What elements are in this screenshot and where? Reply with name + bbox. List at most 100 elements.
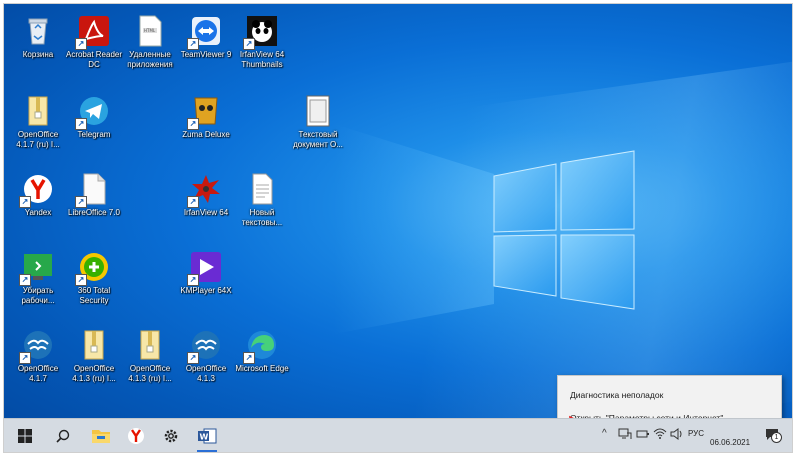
notification-center-button[interactable]: 1 bbox=[764, 426, 782, 443]
desktop-icon-label: IrfanView 64 Thumbnails bbox=[239, 50, 285, 69]
desktop-icon-label: Zuma Deluxe bbox=[182, 130, 230, 139]
desktop-icon-label: Новый текстовы... bbox=[241, 208, 283, 227]
edge-icon: ↗ bbox=[243, 328, 279, 364]
desktop-icon-label: Acrobat Reader DC bbox=[65, 50, 123, 69]
desktop-icon-label: OpenOffice 4.1.7 bbox=[17, 364, 59, 383]
desktop-icon-label: Убирать рабочи... bbox=[21, 286, 55, 305]
shortcut-arrow-icon: ↗ bbox=[75, 274, 87, 286]
desktop-icon-kmplayer[interactable]: ↗ KMPlayer 64X bbox=[176, 250, 236, 296]
desktop-icon-label: Telegram bbox=[77, 130, 111, 139]
telegram-icon: ↗ bbox=[75, 94, 111, 130]
desktop-icon-openoffice-1[interactable]: OpenOffice 4.1.7 (ru) I... bbox=[8, 94, 68, 150]
desktop-icon-yandex[interactable]: ↗ Yandex bbox=[8, 172, 68, 218]
desktop-icon-edge[interactable]: ↗ Microsoft Edge bbox=[232, 328, 292, 374]
shortcut-arrow-icon: ↗ bbox=[19, 352, 31, 364]
desktop-icon-openoffice-5[interactable]: ↗ OpenOffice 4.1.3 bbox=[176, 328, 236, 384]
desktop-icon-irfanview-thumbnails[interactable]: ↗ IrfanView 64 Thumbnails bbox=[232, 14, 292, 70]
wifi-icon[interactable] bbox=[653, 427, 667, 439]
kmplayer-icon: ↗ bbox=[187, 250, 223, 286]
acrobat-reader-icon: ↗ bbox=[75, 14, 111, 50]
network-icon[interactable] bbox=[618, 428, 632, 440]
folder-zip-icon bbox=[77, 328, 111, 362]
text-file-icon bbox=[245, 172, 279, 206]
desktop-icon-openoffice-3[interactable]: OpenOffice 4.1.3 (ru) I... bbox=[64, 328, 124, 384]
shortcut-arrow-icon: ↗ bbox=[243, 38, 255, 50]
taskbar-yandex[interactable] bbox=[119, 419, 153, 452]
desktop-icon-cleanup[interactable]: ↗ Убирать рабочи... bbox=[8, 250, 68, 306]
irfanview-splat-icon: ↗ bbox=[187, 172, 223, 208]
desktop-icon-openoffice-4[interactable]: OpenOffice 4.1.3 (ru) I... bbox=[120, 328, 180, 384]
desktop-icon-360-security[interactable]: ↗ 360 Total Security bbox=[64, 250, 124, 306]
desktop-icon-libreoffice[interactable]: ↗ LibreOffice 7.0 bbox=[64, 172, 124, 218]
shortcut-arrow-icon: ↗ bbox=[75, 118, 87, 130]
battery-icon[interactable] bbox=[636, 430, 650, 438]
tray-date[interactable]: 06.06.2021 bbox=[710, 438, 750, 447]
shortcut-arrow-icon: ↗ bbox=[187, 196, 199, 208]
desktop-icon-openoffice-2[interactable]: ↗ OpenOffice 4.1.7 bbox=[8, 328, 68, 384]
shortcut-arrow-icon: ↗ bbox=[187, 352, 199, 364]
search-button[interactable] bbox=[46, 419, 80, 452]
svg-text:HTML: HTML bbox=[144, 28, 156, 33]
desktop-icon-label: IrfanView 64 bbox=[183, 208, 229, 217]
folder-zip-icon bbox=[21, 94, 55, 128]
desktop-icon-label: Yandex bbox=[24, 208, 52, 217]
text-document-icon bbox=[301, 94, 335, 128]
libreoffice-icon: ↗ bbox=[75, 172, 111, 208]
file-explorer-icon bbox=[92, 430, 110, 443]
desktop-icon-acrobat[interactable]: ↗ Acrobat Reader DC bbox=[64, 14, 124, 70]
desktop-screen: Корзина ↗ Acrobat Reader DC HTML Удаленн… bbox=[4, 4, 792, 452]
taskbar-word[interactable]: W bbox=[190, 419, 224, 452]
active-app-indicator bbox=[197, 450, 217, 452]
shortcut-arrow-icon: ↗ bbox=[19, 274, 31, 286]
desktop-icon-new-text[interactable]: Новый текстовы... bbox=[232, 172, 292, 228]
desktop-icon-label: TeamViewer 9 bbox=[180, 50, 232, 59]
taskbar-file-explorer[interactable] bbox=[84, 419, 118, 452]
openoffice-gulls-icon: ↗ bbox=[19, 328, 55, 364]
shortcut-arrow-icon: ↗ bbox=[19, 196, 31, 208]
notification-count-badge: 1 bbox=[771, 432, 782, 443]
desktop-icon-label: OpenOffice 4.1.7 (ru) I... bbox=[16, 130, 60, 149]
windows-start-icon bbox=[18, 429, 32, 443]
openoffice-gulls-icon: ↗ bbox=[187, 328, 223, 364]
desktop-icon-teamviewer[interactable]: ↗ TeamViewer 9 bbox=[176, 14, 236, 60]
desktop-icon-label: Microsoft Edge bbox=[235, 364, 289, 373]
start-button[interactable] bbox=[8, 419, 42, 452]
desktop-icon-label: OpenOffice 4.1.3 (ru) I... bbox=[128, 364, 172, 383]
shortcut-arrow-icon: ↗ bbox=[243, 352, 255, 364]
shortcut-arrow-icon: ↗ bbox=[75, 196, 87, 208]
desktop-icon-label: KMPlayer 64X bbox=[180, 286, 232, 295]
language-indicator[interactable]: РУС bbox=[688, 429, 704, 438]
speaker-icon[interactable] bbox=[670, 428, 684, 440]
menu-item-troubleshoot[interactable]: Диагностика неполадок bbox=[558, 385, 781, 405]
word-icon: W bbox=[198, 428, 217, 444]
svg-text:W: W bbox=[200, 433, 209, 442]
desktop-icon-recycle-bin[interactable]: Корзина bbox=[8, 14, 68, 60]
desktop-icon-text-document-1[interactable]: Текстовый документ О... bbox=[288, 94, 348, 150]
shortcut-arrow-icon: ↗ bbox=[187, 274, 199, 286]
desktop-icon-telegram[interactable]: ↗ Telegram bbox=[64, 94, 124, 140]
irfanview-thumbnails-icon: ↗ bbox=[243, 14, 279, 50]
menu-item-label: Диагностика неполадок bbox=[570, 390, 664, 400]
teamviewer-icon: ↗ bbox=[187, 14, 223, 50]
360-security-icon: ↗ bbox=[75, 250, 111, 286]
html-file-icon: HTML bbox=[133, 14, 167, 48]
shortcut-arrow-icon: ↗ bbox=[187, 118, 199, 130]
settings-gear-icon bbox=[164, 429, 178, 443]
desktop-icon-label: Удаленные приложения bbox=[127, 50, 173, 69]
desktop-icon-label: 360 Total Security bbox=[77, 286, 111, 305]
tray-chevron-up-icon[interactable]: ^ bbox=[602, 428, 607, 439]
taskbar-settings[interactable] bbox=[154, 419, 188, 452]
desktop-icon-irfanview[interactable]: ↗ IrfanView 64 bbox=[176, 172, 236, 218]
yandex-browser-icon bbox=[128, 428, 144, 444]
desktop-icon-label: OpenOffice 4.1.3 (ru) I... bbox=[72, 364, 116, 383]
desktop-icon-remote-apps[interactable]: HTML Удаленные приложения bbox=[120, 14, 180, 70]
folder-zip-icon bbox=[133, 328, 167, 362]
recycle-bin-icon bbox=[21, 14, 55, 48]
desktop-icon-zuma[interactable]: ↗ Zuma Deluxe bbox=[176, 94, 236, 140]
search-icon bbox=[56, 429, 70, 443]
desktop-cleanup-icon: ↗ bbox=[19, 250, 55, 286]
shortcut-arrow-icon: ↗ bbox=[75, 38, 87, 50]
desktop-icon-label: LibreOffice 7.0 bbox=[68, 208, 120, 217]
zuma-frog-icon: ↗ bbox=[187, 94, 223, 130]
yandex-icon: ↗ bbox=[19, 172, 55, 208]
